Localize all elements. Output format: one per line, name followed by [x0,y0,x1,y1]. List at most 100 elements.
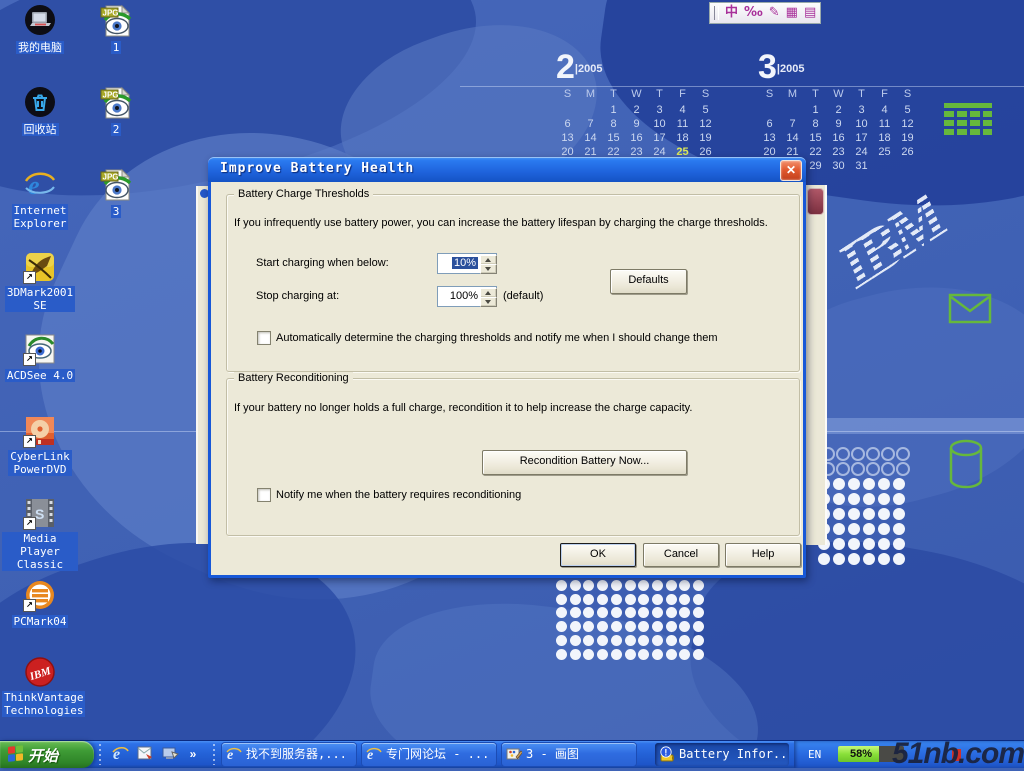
task-ie-forum[interactable]: e专门网论坛 - ... [362,743,496,766]
ime-language-bar[interactable]: 中 ‰ ✎ ▦ ▤ [709,2,821,24]
shortcut-arrow-icon: ↗ [23,435,36,448]
pattern-dot [893,508,905,520]
calendar-date: 7 [579,118,602,130]
start-charging-value[interactable]: 10% [452,257,478,269]
thinkvantage-technologies-icon: IBM [23,655,57,689]
background-window-right-edge[interactable] [806,185,827,545]
start-button[interactable]: 开始 [0,741,94,768]
shortcut-arrow-icon: ↗ [23,271,36,284]
ok-button[interactable]: OK [560,543,636,567]
calendar-date: 2 [827,104,850,116]
pattern-dot [652,649,663,660]
pattern-dot [851,447,865,461]
shortcut-arrow-icon: ↗ [23,599,36,612]
calendar-date: 31 [850,160,873,172]
calendar-date: 14 [781,132,804,144]
calendar-date: 10 [850,118,873,130]
start-label: 开始 [28,745,58,766]
pattern-dot [597,649,608,660]
spin-down-icon[interactable] [480,264,497,274]
defaults-button[interactable]: Defaults [610,269,687,294]
cancel-button[interactable]: Cancel [643,543,719,567]
ime-soft-keyboard-icon[interactable]: ▦ [786,4,798,22]
task-battery-information[interactable]: !Battery Infor... [655,743,789,766]
pattern-dot [878,538,890,550]
pattern-dot [893,538,905,550]
start-charging-spinner[interactable]: 10% [437,253,497,274]
quicklaunch-show-desktop-icon[interactable] [160,744,180,765]
notify-reconditioning-label[interactable]: Notify me when the battery requires reco… [276,489,521,501]
ime-menu-icon[interactable]: ▤ [804,4,816,22]
shortcut-arrow-icon: ↗ [23,353,36,366]
desktop-icon-thinkvantage-technologies[interactable]: IBMThinkVantage Technologies [2,655,78,719]
desktop-icon-jpg-file-2[interactable]: JPG2 [84,86,148,138]
pattern-dot [652,607,663,618]
group2-description: If your battery no longer holds a full c… [234,402,692,414]
stop-charging-value[interactable]: 100% [450,290,478,302]
stop-charging-spinner[interactable]: 100% [437,286,497,307]
pattern-dot [666,594,677,605]
pattern-dot [833,478,845,490]
calendar-day-header: W [625,88,648,100]
quicklaunch-mail-icon[interactable] [135,744,155,765]
desktop-icon-internet-explorer[interactable]: eInternet Explorer [2,168,78,232]
desktop-icon-label: 3 [111,205,122,218]
pattern-dot [666,580,677,591]
pattern-dot [693,649,704,660]
auto-determine-label[interactable]: Automatically determine the charging thr… [276,332,717,344]
acdsee-4-0-icon: ↗ [23,332,57,366]
calendar-date: 11 [671,118,694,130]
pattern-dot [878,508,890,520]
windows-flag-icon [8,745,24,763]
auto-determine-checkbox[interactable] [257,331,271,345]
calendar-date: 12 [694,118,717,130]
close-icon[interactable]: ✕ [780,160,802,181]
recondition-battery-button[interactable]: Recondition Battery Now... [482,450,687,475]
desktop-icon-recycle-bin[interactable]: 回收站 [2,86,78,138]
notify-reconditioning-checkbox[interactable] [257,488,271,502]
calendar-date: 5 [896,104,919,116]
task-paint[interactable]: 3 - 画图 [502,743,636,766]
calendar-date: 12 [896,118,919,130]
pattern-dot [583,635,594,646]
pattern-dot [556,649,567,660]
pattern-dot [583,580,594,591]
desktop-icon-acdsee-4-0[interactable]: ↗ACDSee 4.0 [2,332,78,384]
ime-punctuation-icon[interactable]: ‰ [744,4,763,22]
pattern-dot [881,462,895,476]
desktop-icon-label: CyberLink PowerDVD [8,450,72,476]
desktop-icon-jpg-file-3[interactable]: JPG3 [84,168,148,220]
desktop-icon-cyberlink-powerdvd[interactable]: ↗ CyberLink PowerDVD [2,414,78,478]
desktop-icon-media-player-classic[interactable]: S↗Media Player Classic [2,496,78,573]
help-button[interactable]: Help [725,543,801,567]
calendar-date: 7 [781,118,804,130]
desktop-icon-label: 回收站 [22,123,59,136]
calendar-date: 18 [873,132,896,144]
ime-grip[interactable] [714,6,719,20]
calendar-date: 11 [873,118,896,130]
quicklaunch-internet-explorer-icon[interactable]: e [110,744,130,765]
internet-explorer-icon: e [23,168,57,202]
pcmark04-icon: ↗ [23,578,57,612]
desktop-icon-pcmark04[interactable]: ↗PCMark04 [2,578,78,630]
calendar-month-2: 2|2005SMTWTFS123456789101112131415161718… [556,52,721,82]
desktop-icon-label: Internet Explorer [12,204,69,230]
spin-down-icon[interactable] [480,297,497,307]
ime-chinese-mode-icon[interactable]: 中 [725,4,738,22]
language-indicator[interactable]: EN [808,748,821,761]
pattern-dot [851,462,865,476]
quicklaunch-chevron-icon[interactable]: » [183,744,203,765]
calendar-date: 17 [850,132,873,144]
desktop-icon-jpg-file-1[interactable]: JPG1 [84,4,148,56]
pattern-dot [570,594,581,605]
pattern-dot [556,635,567,646]
ie-icon: e [366,746,382,762]
pattern-dot [679,594,690,605]
pattern-dot [625,635,636,646]
task-ie-server-not-found[interactable]: e找不到服务器,... [222,743,356,766]
desktop-icon-3dmark2001-se[interactable]: ↗3DMark2001 SE [2,250,78,314]
dialog-titlebar[interactable]: Improve Battery Health ✕ [208,157,806,182]
ime-pen-icon[interactable]: ✎ [769,4,780,22]
desktop-icon-my-computer[interactable]: 我的电脑 [2,4,78,56]
wallpaper-hairline [460,86,1024,87]
